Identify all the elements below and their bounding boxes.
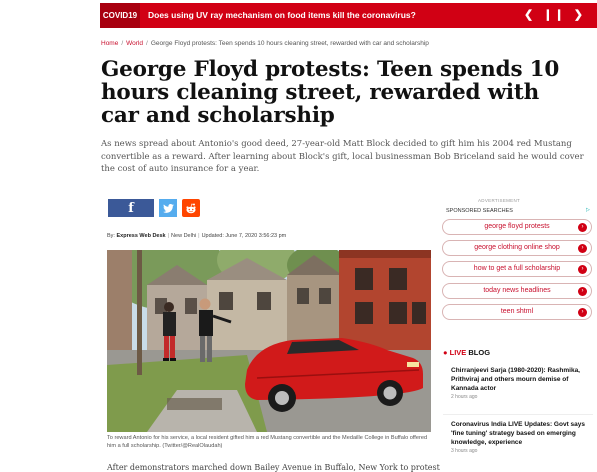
live-dot-icon: ●	[443, 348, 448, 357]
chevron-right-icon: ›	[578, 223, 587, 232]
twitter-icon	[162, 203, 174, 213]
reddit-share-button[interactable]	[182, 199, 200, 217]
sponsored-search-link[interactable]: george floyd protests ›	[442, 219, 592, 235]
chevron-right-icon: ›	[578, 287, 587, 296]
share-bar: f	[108, 199, 200, 217]
street-scene-image	[107, 250, 431, 432]
article-body-first-line: After demonstrators marched down Bailey …	[107, 463, 440, 472]
ticker-next-icon[interactable]: ❯	[574, 9, 585, 21]
article-photo	[107, 250, 431, 432]
photo-caption: To reward Antonio for his service, a loc…	[107, 435, 428, 449]
adchoices-icon[interactable]: ▷	[586, 207, 590, 213]
ticker-tag[interactable]: COVID19	[100, 3, 140, 28]
divider	[443, 414, 593, 415]
breadcrumb-current: George Floyd protests: Teen spends 10 ho…	[150, 40, 429, 47]
live-blog-heading[interactable]: ● LIVE BLOG	[443, 348, 490, 357]
breadcrumb-section-link[interactable]: World	[126, 40, 143, 47]
article-title: George Floyd protests: Teen spends 10 ho…	[101, 57, 560, 128]
live-blog-item[interactable]: Chirranjeevi Sarja (1980-2020): Rashmika…	[451, 366, 591, 400]
ticker-prev-icon[interactable]: ❮	[524, 9, 535, 21]
sponsored-search-label: today news headlines	[483, 287, 551, 294]
breaking-news-ticker: COVID19 Does using UV ray mechanism on f…	[100, 3, 597, 28]
sponsored-search-label: george floyd protests	[484, 223, 550, 230]
live-blog-item-time: 3 hours ago	[451, 448, 478, 454]
sponsored-search-link[interactable]: how to get a full scholarship ›	[442, 261, 592, 277]
sponsored-search-label: how to get a full scholarship	[473, 265, 561, 272]
live-blog-item-title[interactable]: Chirranjeevi Sarja (1980-2020): Rashmika…	[451, 366, 591, 393]
live-blog-item-title[interactable]: Coronavirus India LIVE Updates: Govt say…	[451, 420, 591, 447]
sponsored-searches-label: SPONSORED SEARCHES	[446, 208, 513, 214]
twitter-share-button[interactable]	[159, 199, 177, 217]
ticker-headline-link[interactable]: Does using UV ray mechanism on food item…	[148, 3, 416, 28]
author-link[interactable]: Express Web Desk	[116, 233, 165, 239]
byline-updated: Updated: June 7, 2020 3:56:23 pm	[201, 233, 287, 239]
ticker-pause-icon[interactable]: ❙❙	[543, 9, 565, 21]
live-blog-item[interactable]: Coronavirus India LIVE Updates: Govt say…	[451, 420, 591, 454]
live-blog-item-time: 2 hours ago	[451, 394, 478, 400]
live-label: LIVE	[449, 348, 467, 357]
advertisement-label: ADVERTISEMENT	[478, 198, 521, 203]
breadcrumb: Home / World / George Floyd protests: Teen s…	[101, 40, 429, 47]
sponsored-search-label: teen shtml	[500, 308, 534, 315]
byline: By: Express Web Desk | New Delhi | Updated: …	[107, 233, 287, 239]
breadcrumb-home-link[interactable]: Home	[101, 40, 118, 47]
sponsored-search-link[interactable]: today news headlines ›	[442, 283, 592, 299]
chevron-right-icon: ›	[578, 265, 587, 274]
facebook-icon: f	[128, 200, 134, 216]
byline-location: New Delhi	[171, 233, 197, 239]
article-summary: As news spread about Antonio's good deed…	[101, 139, 584, 174]
chevron-right-icon: ›	[578, 244, 587, 253]
chevron-right-icon: ›	[578, 308, 587, 317]
sponsored-search-label: george clothing online shop	[474, 244, 560, 251]
sponsored-search-link[interactable]: teen shtml ›	[442, 304, 592, 320]
reddit-icon	[186, 203, 196, 213]
facebook-share-button[interactable]: f	[108, 199, 154, 217]
blog-label: BLOG	[468, 348, 491, 357]
sponsored-search-link[interactable]: george clothing online shop ›	[442, 240, 592, 256]
ticker-controls: ❮ ❙❙ ❯	[521, 3, 585, 28]
byline-by-label: By:	[107, 233, 115, 239]
